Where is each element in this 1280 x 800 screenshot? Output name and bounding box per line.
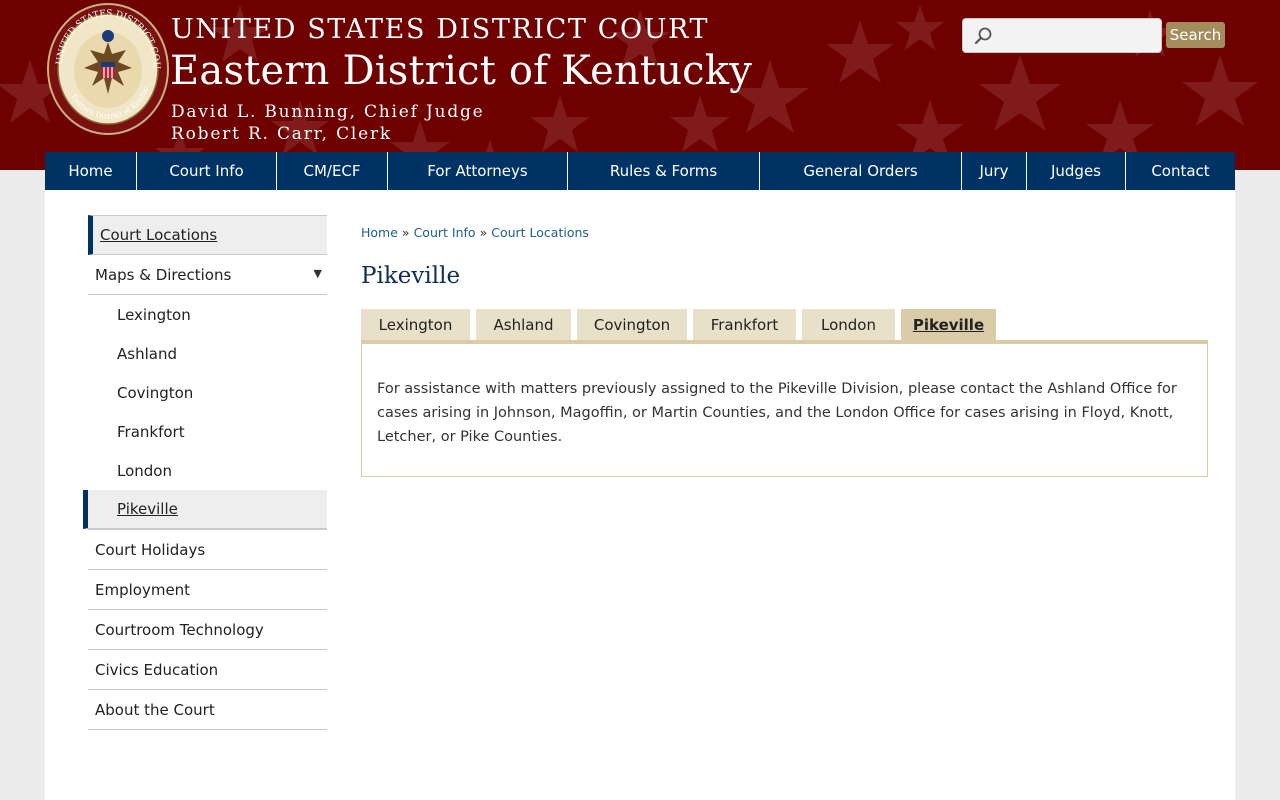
tab-panel: For assistance with matters previously a… (361, 340, 1208, 477)
nav-for-attorneys[interactable]: For Attorneys (388, 152, 568, 190)
sidebar-submenu: Lexington Ashland Covington Frankfort Lo… (83, 295, 327, 530)
sidebar-item-label: Court Holidays (95, 540, 206, 559)
sidebar-item-label: Maps & Directions (95, 265, 232, 284)
nav-jury[interactable]: Jury (962, 152, 1027, 190)
clerk-text: Robert R. Carr, Clerk (171, 124, 393, 144)
location-tabs: Lexington Ashland Covington Frankfort Lo… (361, 309, 1002, 340)
sidebar-item-court-locations[interactable]: Court Locations (88, 215, 327, 255)
tab-ashland[interactable]: Ashland (476, 309, 571, 340)
sidebar-item-civics-education[interactable]: Civics Education (88, 650, 327, 690)
search-input[interactable] (997, 23, 1155, 48)
sidebar-item-label: Court Locations (100, 226, 218, 244)
sidebar-subitem-covington[interactable]: Covington (88, 373, 327, 412)
tab-frankfort[interactable]: Frankfort (693, 309, 796, 340)
nav-rules-forms[interactable]: Rules & Forms (568, 152, 760, 190)
main-nav: Home Court Info CM/ECF For Attorneys Rul… (45, 152, 1235, 190)
nav-contact[interactable]: Contact (1126, 152, 1235, 190)
court-title-district[interactable]: Eastern District of Kentucky (170, 48, 752, 94)
breadcrumb-separator: » (479, 225, 488, 240)
site-header: UNITED STATES DISTRICT COURT Eastern Dis… (0, 0, 1280, 170)
court-seal-icon: UNITED STATES DISTRICT COURT Eastern Dis… (46, 2, 169, 135)
sidebar-subitem-pikeville[interactable]: Pikeville (83, 490, 327, 529)
sidebar-item-court-holidays[interactable]: Court Holidays (88, 530, 327, 570)
breadcrumb-home[interactable]: Home (361, 225, 398, 240)
sidebar-subitem-frankfort[interactable]: Frankfort (88, 412, 327, 451)
tab-content-text: For assistance with matters previously a… (377, 381, 1177, 445)
nav-judges[interactable]: Judges (1027, 152, 1126, 190)
sidebar-item-label: About the Court (95, 700, 215, 719)
tab-pikeville[interactable]: Pikeville (901, 309, 996, 340)
sidebar-item-label: Courtroom Technology (95, 620, 264, 639)
tab-covington[interactable]: Covington (577, 309, 687, 340)
chief-judge-text: David L. Bunning, Chief Judge (171, 102, 485, 122)
sidebar-item-courtroom-technology[interactable]: Courtroom Technology (88, 610, 327, 650)
nav-general-orders[interactable]: General Orders (760, 152, 962, 190)
sidebar-subitem-label: Lexington (117, 305, 191, 324)
page-title: Pikeville (361, 263, 461, 289)
tab-lexington[interactable]: Lexington (361, 309, 470, 340)
sidebar-item-about-the-court[interactable]: About the Court (88, 690, 327, 730)
caret-down-icon[interactable]: ▼ (314, 267, 322, 280)
search-button[interactable]: Search (1166, 22, 1225, 48)
court-title-line1: UNITED STATES DISTRICT COURT (171, 14, 710, 45)
sidebar-subitem-label: Covington (117, 383, 194, 402)
sidebar-item-maps-directions[interactable]: Maps & Directions ▼ (88, 255, 327, 295)
nav-home[interactable]: Home (45, 152, 137, 190)
breadcrumb: Home» Court Info» Court Locations (361, 225, 589, 240)
tab-london[interactable]: London (802, 309, 895, 340)
breadcrumb-court-info[interactable]: Court Info (414, 225, 476, 240)
sidebar-subitem-label: London (117, 461, 172, 480)
breadcrumb-separator: » (401, 225, 410, 240)
sidebar-subitem-london[interactable]: London (88, 451, 327, 490)
sidebar-item-label: Employment (95, 580, 191, 599)
sidebar-item-employment[interactable]: Employment (88, 570, 327, 610)
sidebar-nav: Court Locations Maps & Directions ▼ Lexi… (83, 215, 327, 730)
sidebar-subitem-lexington[interactable]: Lexington (88, 295, 327, 334)
search-box (962, 18, 1162, 53)
breadcrumb-court-locations[interactable]: Court Locations (491, 225, 589, 240)
nav-cm-ecf[interactable]: CM/ECF (277, 152, 388, 190)
sidebar-item-label: Civics Education (95, 660, 219, 679)
sidebar-subitem-ashland[interactable]: Ashland (88, 334, 327, 373)
sidebar-subitem-label: Pikeville (117, 500, 178, 518)
nav-court-info[interactable]: Court Info (137, 152, 277, 190)
search-icon (974, 27, 992, 45)
sidebar-subitem-label: Ashland (117, 344, 177, 363)
sidebar-subitem-label: Frankfort (117, 422, 185, 441)
